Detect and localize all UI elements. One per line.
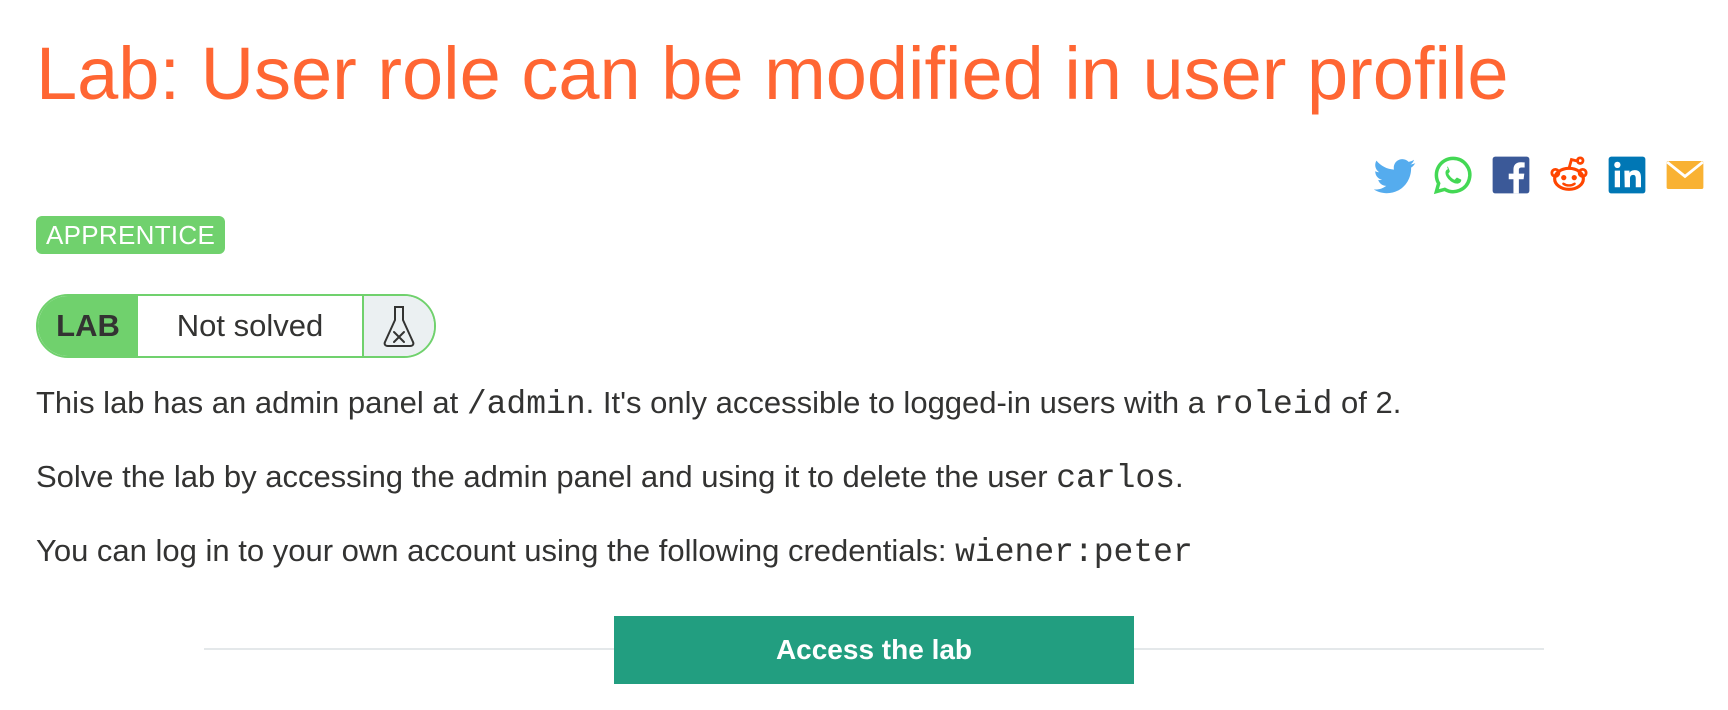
desc-text: Solve the lab by accessing the admin pan… <box>36 459 1057 494</box>
share-icons <box>1374 154 1706 196</box>
desc-text: . It's only accessible to logged-in user… <box>585 385 1214 420</box>
desc-text: You can log in to your own account using… <box>36 533 956 568</box>
page-title: Lab: User role can be modified in user p… <box>36 32 1509 115</box>
desc-text: of 2. <box>1332 385 1402 420</box>
description-objective: Solve the lab by accessing the admin pan… <box>36 457 1184 499</box>
whatsapp-icon[interactable] <box>1432 154 1474 196</box>
access-lab-button[interactable]: Access the lab <box>614 616 1134 684</box>
description-credentials: You can log in to your own account using… <box>36 531 1193 573</box>
target-user-code: carlos <box>1056 460 1176 497</box>
admin-path-code: /admin <box>466 386 586 423</box>
email-icon[interactable] <box>1664 154 1706 196</box>
lab-label: LAB <box>38 296 138 356</box>
credentials-code: wiener:peter <box>955 534 1193 571</box>
flask-icon <box>364 296 434 356</box>
description-admin-panel: This lab has an admin panel at /admin. I… <box>36 383 1401 425</box>
lab-status-widget: LAB Not solved <box>36 294 436 358</box>
lab-status-text: Not solved <box>138 296 364 356</box>
lab-page: Lab: User role can be modified in user p… <box>0 0 1728 710</box>
facebook-icon[interactable] <box>1490 154 1532 196</box>
desc-text: This lab has an admin panel at <box>36 385 467 420</box>
twitter-icon[interactable] <box>1374 154 1416 196</box>
linkedin-icon[interactable] <box>1606 154 1648 196</box>
roleid-code: roleid <box>1213 386 1333 423</box>
reddit-icon[interactable] <box>1548 154 1590 196</box>
level-badge: APPRENTICE <box>36 216 226 254</box>
desc-text: . <box>1175 459 1184 494</box>
